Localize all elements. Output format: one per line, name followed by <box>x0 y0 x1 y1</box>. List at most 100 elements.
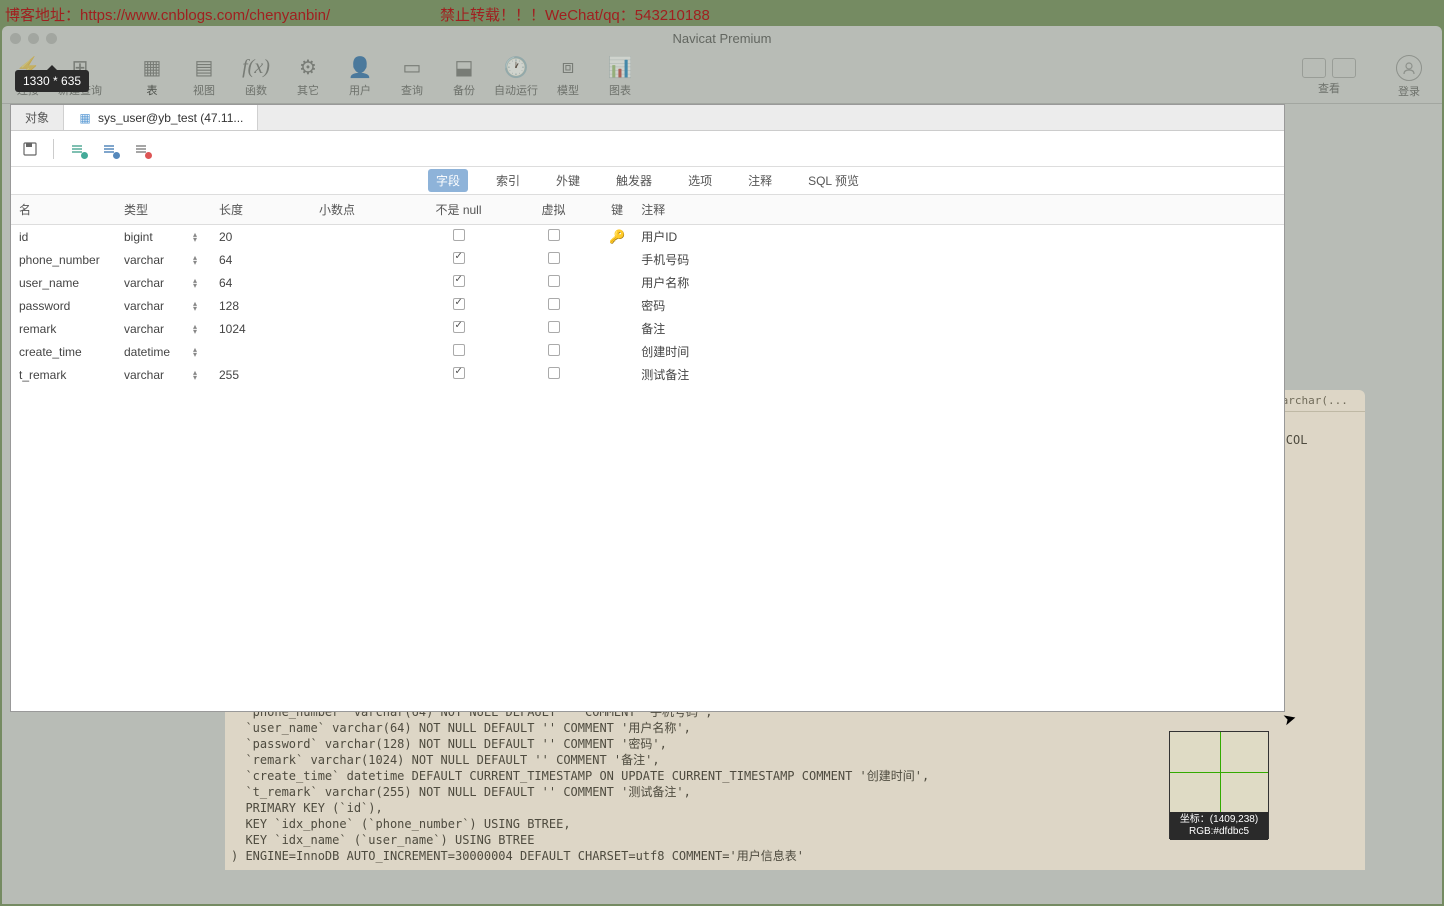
view-mode-1[interactable] <box>1302 58 1326 78</box>
field-virtual[interactable] <box>506 317 601 340</box>
header-name[interactable]: 名 <box>11 195 116 225</box>
field-decimals[interactable] <box>311 225 411 249</box>
field-key[interactable] <box>601 363 633 386</box>
field-length[interactable]: 64 <box>211 271 311 294</box>
field-type[interactable]: varchar▴▾ <box>116 294 211 317</box>
field-decimals[interactable] <box>311 317 411 340</box>
view-mode-2[interactable] <box>1332 58 1356 78</box>
field-row[interactable]: password varchar▴▾ 128 密码 <box>11 294 1284 317</box>
field-virtual[interactable] <box>506 363 601 386</box>
field-row[interactable]: t_remark varchar▴▾ 255 测试备注 <box>11 363 1284 386</box>
header-length[interactable]: 长度 <box>211 195 311 225</box>
field-name[interactable]: t_remark <box>11 363 116 386</box>
field-decimals[interactable] <box>311 363 411 386</box>
tab-comments[interactable]: 注释 <box>740 169 780 192</box>
field-key[interactable]: 🔑 <box>601 225 633 249</box>
toolbar-user[interactable]: 👤 用户 <box>334 56 386 98</box>
field-name[interactable]: create_time <box>11 340 116 363</box>
tab-triggers[interactable]: 触发器 <box>608 169 660 192</box>
delete-field-icon[interactable] <box>132 140 150 158</box>
header-key[interactable]: 键 <box>601 195 633 225</box>
field-not-null[interactable] <box>411 271 506 294</box>
field-row[interactable]: id bigint▴▾ 20 🔑 用户ID <box>11 225 1284 249</box>
toolbar-backup[interactable]: ⬓ 备份 <box>438 56 490 98</box>
tab-objects[interactable]: 对象 <box>11 105 64 130</box>
tab-fields[interactable]: 字段 <box>428 169 468 192</box>
field-type[interactable]: varchar▴▾ <box>116 248 211 271</box>
field-decimals[interactable] <box>311 271 411 294</box>
toolbar-table[interactable]: ▦ 表 <box>126 56 178 98</box>
field-comment[interactable]: 密码 <box>633 294 1284 317</box>
toolbar-view[interactable]: ▤ 视图 <box>178 56 230 98</box>
field-name[interactable]: user_name <box>11 271 116 294</box>
field-name[interactable]: password <box>11 294 116 317</box>
field-key[interactable] <box>601 317 633 340</box>
header-not-null[interactable]: 不是 null <box>411 195 506 225</box>
toolbar-query[interactable]: ▭ 查询 <box>386 56 438 98</box>
add-field-icon[interactable] <box>68 140 86 158</box>
field-comment[interactable]: 用户名称 <box>633 271 1284 294</box>
field-comment[interactable]: 创建时间 <box>633 340 1284 363</box>
field-key[interactable] <box>601 248 633 271</box>
field-virtual[interactable] <box>506 248 601 271</box>
field-row[interactable]: phone_number varchar▴▾ 64 手机号码 <box>11 248 1284 271</box>
tab-options[interactable]: 选项 <box>680 169 720 192</box>
field-virtual[interactable] <box>506 294 601 317</box>
toolbar-other[interactable]: ⚙ 其它 <box>282 56 334 98</box>
field-type[interactable]: varchar▴▾ <box>116 317 211 340</box>
field-length[interactable] <box>211 340 311 363</box>
colorpicker-widget[interactable]: 坐标：(1409,238) RGB:#dfdbc5 <box>1169 731 1269 839</box>
toolbar-model[interactable]: ⧈ 模型 <box>542 56 594 98</box>
field-length[interactable]: 20 <box>211 225 311 249</box>
field-type[interactable]: datetime▴▾ <box>116 340 211 363</box>
header-decimals[interactable]: 小数点 <box>311 195 411 225</box>
field-not-null[interactable] <box>411 340 506 363</box>
field-comment[interactable]: 备注 <box>633 317 1284 340</box>
maximize-button[interactable] <box>46 33 57 44</box>
field-comment[interactable]: 用户ID <box>633 225 1284 249</box>
field-comment[interactable]: 手机号码 <box>633 248 1284 271</box>
field-not-null[interactable] <box>411 363 506 386</box>
toolbar-function[interactable]: f(x) 函数 <box>230 56 282 98</box>
field-length[interactable]: 64 <box>211 248 311 271</box>
tab-indexes[interactable]: 索引 <box>488 169 528 192</box>
field-type[interactable]: varchar▴▾ <box>116 271 211 294</box>
field-virtual[interactable] <box>506 271 601 294</box>
tab-sql-preview[interactable]: SQL 预览 <box>800 169 867 192</box>
minimize-button[interactable] <box>28 33 39 44</box>
field-key[interactable] <box>601 340 633 363</box>
field-type[interactable]: varchar▴▾ <box>116 363 211 386</box>
field-name[interactable]: remark <box>11 317 116 340</box>
field-comment[interactable]: 测试备注 <box>633 363 1284 386</box>
window-titlebar[interactable]: Navicat Premium <box>2 26 1442 50</box>
field-name[interactable]: phone_number <box>11 248 116 271</box>
field-decimals[interactable] <box>311 248 411 271</box>
field-length[interactable]: 128 <box>211 294 311 317</box>
toolbar-chart[interactable]: 📊 图表 <box>594 56 646 98</box>
field-row[interactable]: remark varchar▴▾ 1024 备注 <box>11 317 1284 340</box>
field-length[interactable]: 255 <box>211 363 311 386</box>
tab-foreign-keys[interactable]: 外键 <box>548 169 588 192</box>
header-type[interactable]: 类型 <box>116 195 211 225</box>
field-not-null[interactable] <box>411 248 506 271</box>
header-comment[interactable]: 注释 <box>633 195 1284 225</box>
field-length[interactable]: 1024 <box>211 317 311 340</box>
field-type[interactable]: bigint▴▾ <box>116 225 211 249</box>
field-key[interactable] <box>601 294 633 317</box>
field-row[interactable]: create_time datetime▴▾ 创建时间 <box>11 340 1284 363</box>
header-virtual[interactable]: 虚拟 <box>506 195 601 225</box>
field-virtual[interactable] <box>506 225 601 249</box>
field-virtual[interactable] <box>506 340 601 363</box>
insert-field-icon[interactable] <box>100 140 118 158</box>
field-decimals[interactable] <box>311 340 411 363</box>
avatar-icon[interactable] <box>1396 55 1422 81</box>
field-decimals[interactable] <box>311 294 411 317</box>
close-button[interactable] <box>10 33 21 44</box>
field-row[interactable]: user_name varchar▴▾ 64 用户名称 <box>11 271 1284 294</box>
field-not-null[interactable] <box>411 317 506 340</box>
tab-sys-user[interactable]: ▦ sys_user@yb_test (47.11... <box>64 105 258 130</box>
field-key[interactable] <box>601 271 633 294</box>
save-icon[interactable] <box>21 140 39 158</box>
field-not-null[interactable] <box>411 294 506 317</box>
field-not-null[interactable] <box>411 225 506 249</box>
